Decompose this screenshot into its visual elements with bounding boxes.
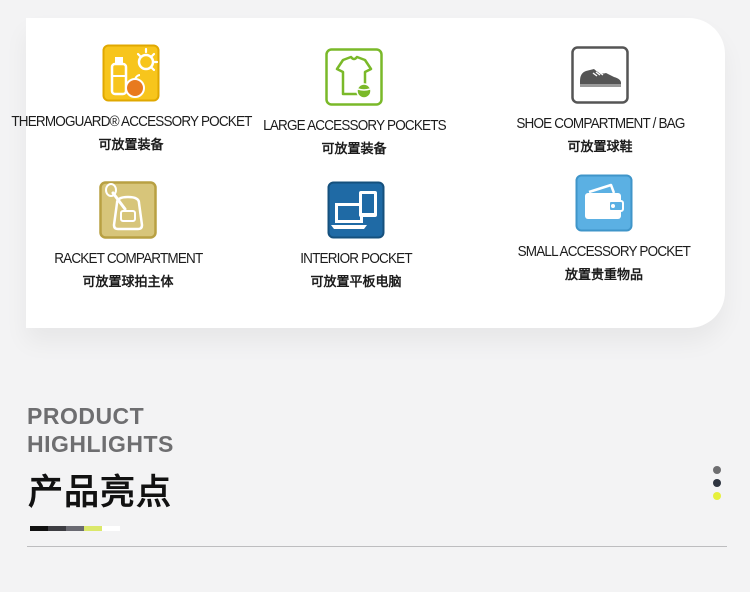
feature-label-en: THERMOGUARD® ACCESSORY POCKET	[10, 113, 252, 130]
wallet-icon	[575, 174, 633, 232]
color-stripe	[30, 526, 120, 531]
pager-dot-3[interactable]	[713, 492, 721, 500]
feature-label-en: INTERIOR POCKET	[300, 250, 412, 267]
color-stripe-segment	[48, 526, 66, 531]
feature-label-cn: 放置贵重物品	[564, 268, 643, 283]
feature-racket-compartment: RACKET COMPARTMENT 可放置球拍主体	[26, 181, 230, 290]
thermoguard-bottle-sun-icon	[102, 44, 160, 102]
feature-label-cn: 可放置装备	[321, 142, 387, 157]
color-stripe-segment	[84, 526, 102, 531]
feature-thermoguard: THERMOGUARD® ACCESSORY POCKET 可放置装备	[11, 44, 252, 153]
feature-label-en: RACKET COMPARTMENT	[53, 250, 203, 267]
feature-large-accessory: LARGE ACCESSORY POCKETS 可放置装备	[253, 48, 455, 157]
color-stripe-segment	[30, 526, 48, 531]
feature-label-en: SMALL ACCESSORY POCKET	[517, 243, 691, 260]
feature-label-en: SHOE COMPARTMENT / BAG	[515, 115, 685, 132]
section-title-en-line2: HIGHLIGHTS	[27, 431, 174, 457]
pager-dot-2[interactable]	[713, 479, 721, 487]
feature-interior-pocket: INTERIOR POCKET 可放置平板电脑	[256, 181, 456, 290]
features-card: THERMOGUARD® ACCESSORY POCKET 可放置装备 LARG…	[11, 18, 725, 328]
laptop-tablet-icon	[327, 181, 385, 239]
racket-backpack-icon	[99, 181, 157, 239]
feature-label-cn: 可放置球鞋	[567, 140, 633, 155]
feature-label-cn: 可放置平板电脑	[310, 275, 402, 290]
feature-label-cn: 可放置球拍主体	[82, 275, 174, 290]
tshirt-ball-icon	[325, 48, 383, 106]
pager-dot-1[interactable]	[713, 466, 721, 474]
section-title-en: PRODUCT HIGHLIGHTS	[27, 402, 174, 458]
section-title-en-line1: PRODUCT	[27, 403, 145, 429]
color-stripe-segment	[102, 526, 120, 531]
section-title-cn: 产品亮点	[28, 473, 173, 513]
color-stripe-segment	[66, 526, 84, 531]
carousel-pager	[713, 466, 721, 500]
shoe-icon	[571, 46, 629, 104]
feature-shoe-compartment: SHOE COMPARTMENT / BAG 可放置球鞋	[499, 46, 701, 155]
feature-label-cn: 可放置装备	[98, 138, 164, 153]
feature-small-accessory: SMALL ACCESSORY POCKET 放置贵重物品	[504, 174, 704, 283]
section-divider	[27, 546, 727, 547]
feature-label-en: LARGE ACCESSORY POCKETS	[262, 117, 447, 134]
